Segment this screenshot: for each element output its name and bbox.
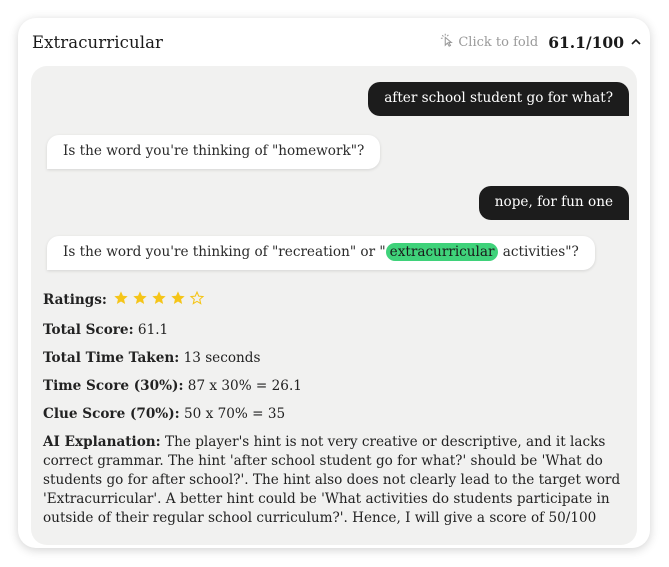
- user-message: nope, for fun one: [478, 186, 629, 220]
- ai-message-text: activities"?: [498, 244, 579, 260]
- ratings-label: Ratings:: [43, 292, 107, 308]
- time-score-row: Time Score (30%): 87 x 30% = 26.1: [43, 377, 623, 395]
- word-title: Extracurricular: [32, 32, 163, 52]
- score-details: Ratings: Total Score: 61.1 Total Time Ta…: [43, 290, 623, 538]
- clue-score-row: Clue Score (70%): 50 x 70% = 35: [43, 405, 623, 423]
- time-score-label: Time Score (30%):: [43, 378, 184, 394]
- total-score-badge: 61.1/100: [548, 32, 624, 52]
- header-right: Click to fold 61.1/100: [440, 33, 642, 52]
- total-score-value: 61.1: [133, 322, 169, 338]
- clue-score-value: 50 x 70% = 35: [179, 406, 286, 422]
- total-score-label: Total Score:: [43, 322, 134, 338]
- ai-explanation: AI Explanation: The player's hint is not…: [43, 433, 623, 528]
- chat-panel: after school student go for what? Is the…: [31, 66, 637, 545]
- total-score-row: Total Score: 61.1: [43, 321, 623, 339]
- user-message: after school student go for what?: [368, 82, 629, 116]
- time-taken-value: 13 seconds: [179, 350, 261, 366]
- chevron-up-icon[interactable]: [630, 33, 642, 52]
- fold-toggle[interactable]: Click to fold: [440, 33, 538, 51]
- star-rating: [113, 290, 205, 311]
- ai-message-text: Is the word you're thinking of "recreati…: [63, 244, 386, 260]
- time-score-value: 87 x 30% = 26.1: [183, 378, 302, 394]
- fold-label: Click to fold: [458, 34, 539, 50]
- star-filled-icon: [132, 290, 148, 311]
- result-card: Extracurricular Click to fold 61.1/100 a…: [18, 18, 650, 548]
- clue-score-label: Clue Score (70%):: [43, 406, 180, 422]
- ratings-row: Ratings:: [43, 290, 623, 311]
- target-word-highlight: extracurricular: [385, 243, 499, 261]
- star-filled-icon: [151, 290, 167, 311]
- time-taken-label: Total Time Taken:: [43, 350, 180, 366]
- star-filled-icon: [113, 290, 129, 311]
- star-empty-icon: [189, 290, 205, 311]
- click-pointer-icon: [440, 33, 454, 51]
- time-taken-row: Total Time Taken: 13 seconds: [43, 349, 623, 367]
- star-filled-icon: [170, 290, 186, 311]
- ai-explanation-label: AI Explanation:: [43, 434, 161, 450]
- card-header[interactable]: Extracurricular Click to fold 61.1/100: [32, 28, 642, 56]
- ai-message: Is the word you're thinking of "recreati…: [47, 236, 595, 270]
- ai-message: Is the word you're thinking of "homework…: [47, 135, 381, 169]
